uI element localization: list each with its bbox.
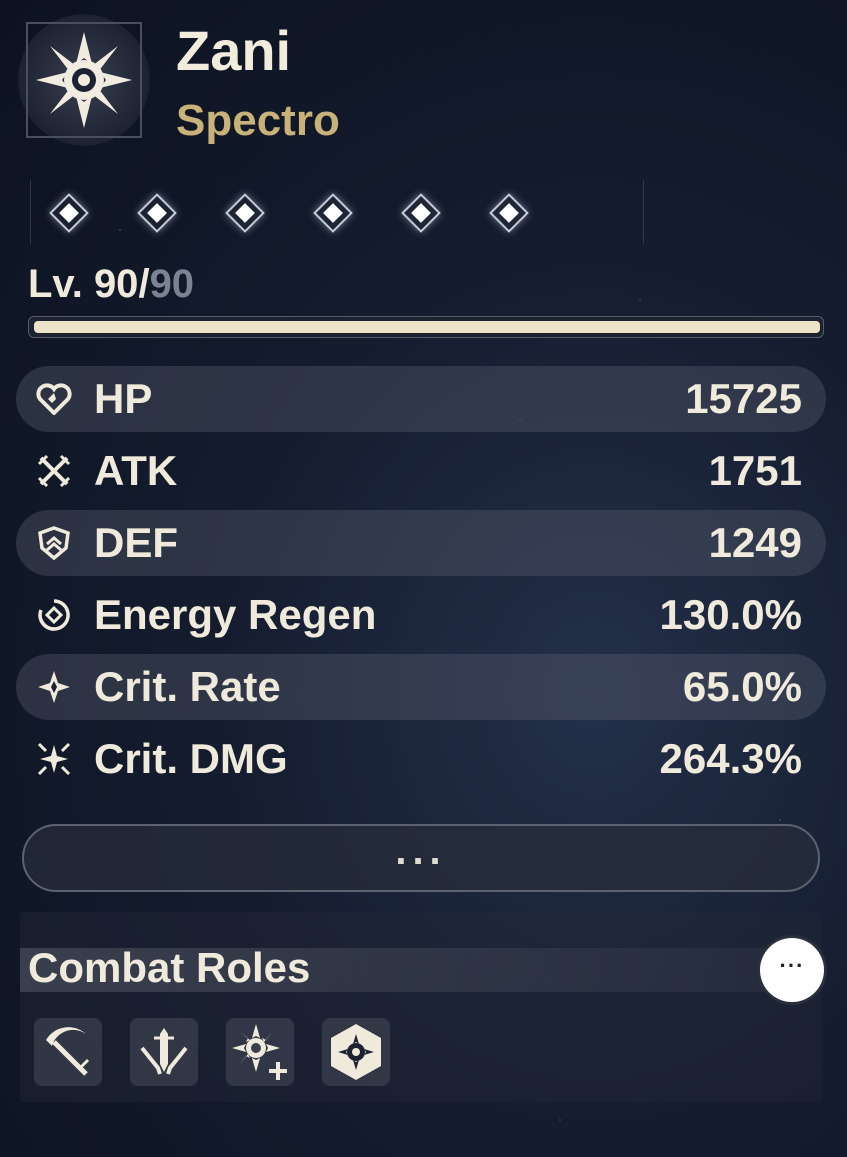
more-icon: ··· — [779, 953, 805, 978]
more-stats-button[interactable]: ... — [22, 824, 820, 892]
stat-value: 264.3% — [659, 735, 802, 782]
stat-label: DEF — [94, 519, 178, 566]
spectro-hex-role-icon[interactable] — [322, 1018, 390, 1086]
stat-row-energy-regen: Energy Regen 130.0% — [16, 582, 826, 648]
sword-role-icon[interactable] — [130, 1018, 198, 1086]
spectro-sun-icon — [36, 32, 132, 128]
stat-label: Crit. DMG — [94, 735, 288, 782]
energy-regen-icon — [34, 595, 74, 635]
combat-roles-more-button[interactable]: ··· — [760, 938, 824, 1002]
crossed-swords-icon — [34, 451, 74, 491]
sequence-node-4[interactable] — [310, 190, 356, 236]
sequence-nodes — [46, 190, 532, 236]
heart-icon — [34, 379, 74, 419]
character-element: Spectro — [176, 96, 340, 145]
stat-row-hp: HP 15725 — [16, 366, 826, 432]
level-separator: / — [138, 262, 150, 306]
sequence-node-5[interactable] — [398, 190, 444, 236]
level-max: 90 — [149, 262, 195, 306]
stat-value: 1751 — [708, 447, 802, 494]
character-name: Zani — [176, 19, 292, 82]
stat-value: 1249 — [708, 519, 802, 566]
stat-value: 15725 — [685, 375, 802, 422]
spectro-plus-role-icon[interactable] — [226, 1018, 294, 1086]
sequence-node-6[interactable] — [486, 190, 532, 236]
level-progress-bar — [28, 316, 824, 338]
shield-icon — [34, 523, 74, 563]
level-progress-fill — [34, 321, 820, 333]
stat-row-atk: ATK 1751 — [16, 438, 826, 504]
spectro-element-emblem — [18, 14, 150, 146]
stat-value: 130.0% — [659, 591, 802, 638]
sequence-node-1[interactable] — [46, 190, 92, 236]
scythe-role-icon[interactable] — [34, 1018, 102, 1086]
crit-rate-star-icon — [34, 667, 74, 707]
stat-label: ATK — [94, 447, 178, 494]
stat-label: Crit. Rate — [94, 663, 281, 710]
level-current: 90 — [93, 262, 139, 306]
stat-label: Energy Regen — [94, 591, 377, 638]
more-dots-label: ... — [395, 828, 447, 873]
sequence-node-3[interactable] — [222, 190, 268, 236]
stat-row-crit-dmg: Crit. DMG 264.3% — [16, 726, 826, 792]
stats-list: HP 15725 ATK 1751 DEF 1249 Energy Regen … — [16, 366, 826, 798]
stat-row-def: DEF 1249 — [16, 510, 826, 576]
crit-dmg-star-icon — [34, 739, 74, 779]
level-text: Lv. 90/90 — [28, 262, 194, 307]
sequence-node-2[interactable] — [134, 190, 180, 236]
stat-value: 65.0% — [682, 663, 802, 710]
stat-label: HP — [94, 375, 153, 422]
level-prefix: Lv. — [28, 262, 94, 306]
stat-row-crit-rate: Crit. Rate 65.0% — [16, 654, 826, 720]
combat-roles-title: Combat Roles — [28, 944, 311, 991]
combat-roles-icons — [34, 1018, 390, 1086]
